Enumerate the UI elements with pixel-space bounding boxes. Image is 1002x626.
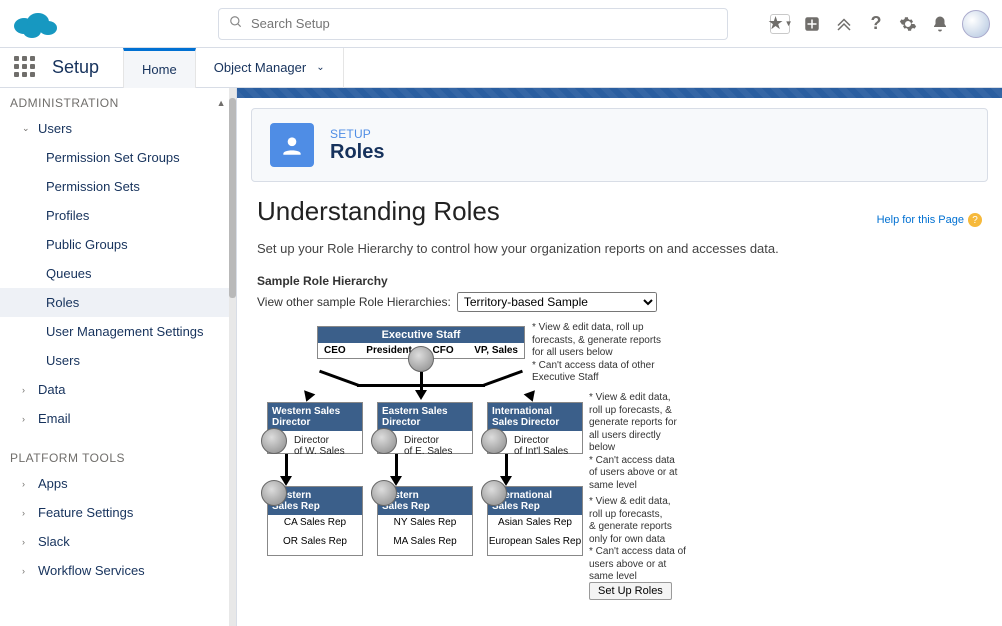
avatar-exec	[408, 346, 434, 372]
help-for-page-link[interactable]: Help for this Page ?	[877, 213, 982, 227]
mid-box-1: Eastern SalesDirector	[378, 403, 472, 431]
chevron-right-icon: ›	[22, 508, 34, 518]
chevron-right-icon: ›	[22, 479, 34, 489]
avatar-bot-1	[371, 480, 397, 506]
sidebar-item-permission-sets[interactable]: Permission Sets	[0, 172, 236, 201]
sidebar-item-slack[interactable]: ›Slack	[0, 527, 236, 556]
avatar-mid-0	[261, 428, 287, 454]
chevron-right-icon: ›	[22, 537, 34, 547]
global-search[interactable]	[218, 8, 728, 40]
body-intro: Set up your Role Hierarchy to control ho…	[257, 241, 982, 256]
tab-object-manager-label: Object Manager	[214, 60, 307, 75]
sidebar-item-user-mgmt-settings[interactable]: User Management Settings	[0, 317, 236, 346]
avatar-mid-1	[371, 428, 397, 454]
header-utility-icons: ★▼ ?	[770, 10, 990, 38]
roles-page-icon	[270, 123, 314, 167]
avatar-mid-2	[481, 428, 507, 454]
sidebar-item-email[interactable]: ›Email	[0, 404, 236, 433]
question-icon[interactable]: ?	[866, 14, 886, 34]
salesforce-help-icon[interactable]	[834, 14, 854, 34]
body-heading: Understanding Roles	[257, 196, 500, 227]
mid-box-2: InternationalSales Director	[488, 403, 582, 431]
global-header: ★▼ ?	[0, 0, 1002, 48]
sidebar-item-feature-settings[interactable]: ›Feature Settings	[0, 498, 236, 527]
sidebar-item-roles[interactable]: Roles	[0, 288, 236, 317]
sidebar-section-platform-tools: PLATFORM TOOLS	[0, 443, 236, 469]
sidebar-item-data[interactable]: ›Data	[0, 375, 236, 404]
salesforce-logo	[12, 8, 58, 40]
setup-sidebar: ADMINISTRATION▲ ⌄Users Permission Set Gr…	[0, 88, 237, 626]
note-exec: * View & edit data, roll upforecasts, & …	[532, 322, 672, 385]
bell-icon[interactable]	[930, 14, 950, 34]
tab-object-manager[interactable]: Object Manager ⌄	[196, 48, 344, 88]
help-icon: ?	[968, 213, 982, 227]
page-title: Roles	[330, 141, 384, 164]
app-launcher-icon[interactable]	[14, 56, 38, 80]
collapse-icon[interactable]: ▲	[217, 98, 226, 108]
favorites-dropdown[interactable]: ★▼	[770, 14, 790, 34]
chevron-down-icon: ⌄	[22, 123, 34, 134]
decorative-band	[237, 88, 1002, 98]
content-area: SETUP Roles Understanding Roles Help for…	[237, 88, 1002, 626]
avatar-bot-0	[261, 480, 287, 506]
sample-hierarchy-label: Sample Role Hierarchy	[257, 274, 982, 288]
sidebar-item-users[interactable]: Users	[0, 346, 236, 375]
sidebar-item-users-parent[interactable]: ⌄Users	[0, 114, 236, 143]
sidebar-scrollbar[interactable]	[229, 88, 236, 626]
sidebar-section-administration: ADMINISTRATION▲	[0, 88, 236, 114]
search-input[interactable]	[251, 16, 717, 31]
chevron-right-icon: ›	[22, 566, 34, 576]
add-icon[interactable]	[802, 14, 822, 34]
tab-home[interactable]: Home	[123, 48, 196, 88]
chevron-down-icon: ⌄	[316, 62, 324, 73]
sidebar-item-profiles[interactable]: Profiles	[0, 201, 236, 230]
sidebar-item-apps[interactable]: ›Apps	[0, 469, 236, 498]
dropdown-label: View other sample Role Hierarchies:	[257, 295, 451, 309]
page-eyebrow: SETUP	[330, 127, 384, 141]
role-hierarchy-diagram: Executive Staff CEOPresidentCFOVP, Sales…	[257, 326, 957, 606]
sidebar-item-workflow-services[interactable]: ›Workflow Services	[0, 556, 236, 585]
sidebar-item-queues[interactable]: Queues	[0, 259, 236, 288]
note-bot: * View & edit data,roll up forecasts,& g…	[589, 496, 699, 584]
note-mid: * View & edit data,roll up forecasts, &g…	[589, 392, 689, 492]
user-avatar[interactable]	[962, 10, 990, 38]
sidebar-item-permission-set-groups[interactable]: Permission Set Groups	[0, 143, 236, 172]
sample-hierarchy-select[interactable]: Territory-based Sample	[457, 292, 657, 312]
gear-icon[interactable]	[898, 14, 918, 34]
chevron-right-icon: ›	[22, 414, 34, 424]
app-name: Setup	[52, 57, 99, 78]
avatar-bot-2	[481, 480, 507, 506]
exec-staff-header: Executive Staff	[318, 327, 524, 343]
sidebar-item-public-groups[interactable]: Public Groups	[0, 230, 236, 259]
set-up-roles-button[interactable]: Set Up Roles	[589, 582, 672, 600]
mid-box-0: Western SalesDirector	[268, 403, 362, 431]
page-header: SETUP Roles	[251, 108, 988, 182]
search-icon	[229, 15, 243, 32]
context-bar: Setup Home Object Manager ⌄	[0, 48, 1002, 88]
chevron-right-icon: ›	[22, 385, 34, 395]
